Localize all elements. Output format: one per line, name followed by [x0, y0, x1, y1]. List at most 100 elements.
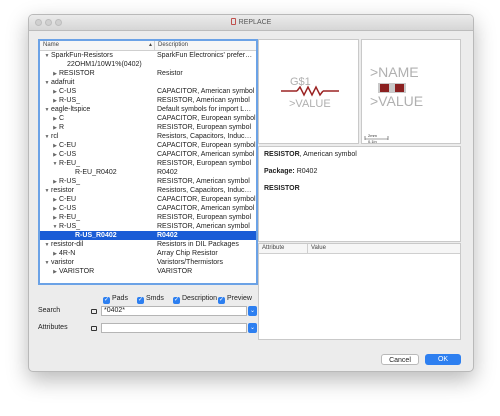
tree-row-description: R0402 — [157, 232, 178, 239]
tree-row-name: adafruit — [51, 79, 75, 86]
tree-row[interactable]: ▶ C-US CAPACITOR, American symbol — [40, 204, 256, 213]
tree-row-description: CAPACITOR, European symbol — [157, 115, 256, 122]
tree-row-description: Default symbols for import L… — [157, 106, 252, 113]
title-bar: REPLACE — [29, 15, 473, 31]
replace-dialog: REPLACE Name ▲ Description ▼ SparkFun-Res… — [28, 14, 474, 372]
search-dropdown-button[interactable]: ⌄ — [248, 306, 257, 316]
tree-row-description: CAPACITOR, European symbol — [157, 142, 256, 149]
device-info-panel: RESISTOR, American symbol Package: R0402… — [258, 146, 461, 242]
tree-row-name: C-US — [59, 151, 77, 158]
window-title: REPLACE — [238, 19, 272, 26]
smds-checkbox[interactable]: ✓ Smds — [137, 294, 164, 304]
tree-row-name: C-EU — [59, 142, 77, 149]
document-icon — [230, 18, 236, 25]
tree-row-description: Resistors, Capacitors, Induc… — [157, 133, 252, 140]
tree-row[interactable]: ▼ resistor Resistors, Capacitors, Induc… — [40, 186, 256, 195]
tree-row[interactable]: ▶ R RESISTOR, European symbol — [40, 123, 256, 132]
description-checkbox[interactable]: ✓ Description — [173, 294, 218, 304]
tree-row[interactable]: R-EU_R0402 R0402 — [40, 168, 256, 177]
tree-row-name: R-EU_R0402 — [75, 169, 117, 176]
disclosure-closed-icon[interactable]: ▶ — [51, 268, 59, 277]
symbol-preview: G$1 >VALUE — [258, 39, 359, 144]
tree-row-description: Resistor — [157, 70, 183, 77]
tree-row-name: RESISTOR — [59, 70, 95, 77]
package-graphic: >NAME >VALUE 2mm 0.1in — [364, 64, 423, 144]
column-header-attribute[interactable]: Attribute — [262, 245, 284, 251]
search-label: Search — [38, 307, 61, 314]
info-package-label: Package: — [264, 168, 295, 175]
sort-ascending-icon: ▲ — [148, 42, 153, 48]
preview-checkbox[interactable]: ✓ Preview — [218, 294, 252, 304]
tree-row-name: varistor — [51, 259, 74, 266]
scale-text: 2mm — [368, 133, 378, 138]
tree-row-description: CAPACITOR, American symbol — [157, 88, 255, 95]
resistor-symbol-graphic: G$1 >VALUE — [281, 76, 339, 110]
tree-row-description: RESISTOR, American symbol — [157, 178, 250, 185]
keyboard-icon — [91, 326, 97, 331]
keyboard-icon — [91, 309, 97, 314]
tree-row-description: SparkFun Electronics' prefer… — [157, 52, 253, 59]
tree-row-name: R-EU_ — [59, 160, 81, 167]
tree-row[interactable]: ▶ VARISTOR VARISTOR — [40, 267, 256, 276]
tree-row[interactable]: ▶ C-US CAPACITOR, American symbol — [40, 150, 256, 159]
info-title-bold: RESISTOR — [264, 151, 300, 158]
symbol-value-text: >VALUE — [289, 98, 331, 110]
tree-row[interactable]: ▼ R-EU_ RESISTOR, European symbol — [40, 159, 256, 168]
package-value-text: >VALUE — [370, 93, 423, 109]
tree-row-description: RESISTOR, European symbol — [157, 124, 252, 131]
tree-row-name: rcl — [51, 133, 59, 140]
attribute-table[interactable]: Attribute Value — [258, 243, 461, 340]
tree-row-name: C — [59, 115, 65, 122]
tree-row[interactable]: ▶ RESISTOR Resistor — [40, 69, 256, 78]
search-input[interactable]: *0402* — [101, 306, 247, 316]
tree-row[interactable]: ▶ R-US_ RESISTOR, American symbol — [40, 96, 256, 105]
tree-row[interactable]: R-US_R0402 R0402 — [40, 231, 256, 240]
tree-row-description: RESISTOR, European symbol — [157, 214, 252, 221]
tree-row[interactable]: ▼ R-US_ RESISTOR, American symbol — [40, 222, 256, 231]
tree-row-name: SparkFun-Resistors — [51, 52, 113, 59]
tree-row[interactable]: ▼ eagle-ltspice Default symbols for import… — [40, 105, 256, 114]
tree-row-name: 22OHM1/10W1%(0402) — [67, 61, 142, 68]
tree-row[interactable]: ▼ adafruit — [40, 78, 256, 87]
column-header-name[interactable]: Name — [43, 42, 59, 48]
tree-row[interactable]: ▶ C CAPACITOR, European symbol — [40, 114, 256, 123]
checkmark-icon: ✓ — [103, 297, 110, 304]
tree-header: Name ▲ Description — [40, 41, 256, 51]
tree-row-description: Varistors/Thermistors — [157, 259, 223, 266]
tree-row[interactable]: ▶ C-EU CAPACITOR, European symbol — [40, 141, 256, 150]
tree-row-name: R-US_ — [59, 178, 81, 185]
tree-row[interactable]: ▼ resistor-dil Resistors in DIL Packages — [40, 240, 256, 249]
tree-row[interactable]: ▼ varistor Varistors/Thermistors — [40, 258, 256, 267]
tree-row-description: R0402 — [157, 169, 178, 176]
info-package-value: R0402 — [296, 168, 318, 175]
pads-checkbox[interactable]: ✓ Pads — [103, 294, 128, 304]
ok-button[interactable]: OK — [425, 354, 461, 365]
preview-label: Preview — [227, 295, 252, 302]
column-header-value[interactable]: Value — [307, 244, 326, 253]
column-header-description[interactable]: Description — [154, 41, 188, 50]
checkmark-icon: ✓ — [137, 297, 144, 304]
attribute-table-header: Attribute Value — [259, 244, 460, 254]
tree-row[interactable]: ▼ rcl Resistors, Capacitors, Induc… — [40, 132, 256, 141]
tree-row-name: eagle-ltspice — [51, 106, 91, 113]
tree-row[interactable]: 22OHM1/10W1%(0402) — [40, 60, 256, 69]
attributes-input[interactable] — [101, 323, 247, 333]
description-label: Description — [182, 295, 218, 302]
library-tree[interactable]: Name ▲ Description ▼ SparkFun-Resistors Sp… — [38, 39, 258, 285]
tree-row-name: C-EU — [59, 196, 77, 203]
scale-sub-text: 0.1in — [368, 139, 377, 144]
tree-row[interactable]: ▶ R-US_ RESISTOR, American symbol — [40, 177, 256, 186]
tree-row-name: R-US_ — [59, 97, 81, 104]
tree-row[interactable]: ▶ R-EU_ RESISTOR, European symbol — [40, 213, 256, 222]
tree-row[interactable]: ▼ SparkFun-Resistors SparkFun Electronics'… — [40, 51, 256, 60]
cancel-button[interactable]: Cancel — [381, 354, 419, 365]
tree-row-name: resistor-dil — [51, 241, 84, 248]
tree-row-name: VARISTOR — [59, 268, 95, 275]
tree-row-description: CAPACITOR, European symbol — [157, 196, 256, 203]
tree-row-name: R-US_R0402 — [75, 232, 117, 239]
tree-row[interactable]: ▶ C-US CAPACITOR, American symbol — [40, 87, 256, 96]
tree-row-description: CAPACITOR, American symbol — [157, 205, 255, 212]
attributes-dropdown-button[interactable]: ⌄ — [248, 323, 257, 333]
tree-row[interactable]: ▶ C-EU CAPACITOR, European symbol — [40, 195, 256, 204]
tree-row[interactable]: ▶ 4R-N Array Chip Resistor — [40, 249, 256, 258]
